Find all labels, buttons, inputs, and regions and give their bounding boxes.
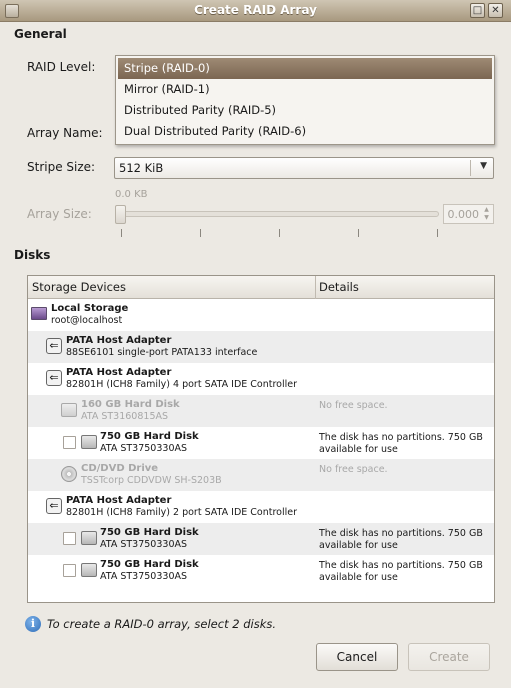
column-separator xyxy=(315,276,316,299)
device-details: The disk has no partitions. 750 GB avail… xyxy=(319,432,483,455)
device-subtitle: root@localhost xyxy=(51,315,123,326)
device-title: 750 GB Hard Disk xyxy=(100,431,199,442)
device-subtitle: 82801H (ICH8 Family) 2 port SATA IDE Con… xyxy=(66,507,298,518)
host-adapter-icon: ⇐ xyxy=(46,370,62,386)
device-subtitle: ATA ST3750330AS xyxy=(100,443,188,454)
table-row[interactable]: ⇐ PATA Host Adapter 82801H (ICH8 Family)… xyxy=(28,491,494,523)
close-icon[interactable]: ✕ xyxy=(488,3,503,18)
spin-down-icon[interactable]: ▼ xyxy=(482,214,491,222)
device-details: No free space. xyxy=(319,464,388,475)
device-subtitle: ATA ST3750330AS xyxy=(100,571,188,582)
column-header-storage-devices[interactable]: Storage Devices xyxy=(32,280,126,294)
device-details: The disk has no partitions. 750 GB avail… xyxy=(319,560,483,583)
hard-disk-icon xyxy=(61,403,77,417)
combo-separator xyxy=(470,160,471,176)
table-row[interactable]: 750 GB Hard Disk ATA ST3750330AS The dis… xyxy=(28,555,494,587)
slider-tick xyxy=(200,229,201,237)
host-adapter-icon: ⇐ xyxy=(46,338,62,354)
computer-icon xyxy=(31,307,47,320)
title-bar: Create RAID Array □ ✕ xyxy=(0,0,511,22)
table-row[interactable]: 750 GB Hard Disk ATA ST3750330AS The dis… xyxy=(28,523,494,555)
hard-disk-icon xyxy=(81,563,97,577)
raid-level-label: RAID Level: xyxy=(27,60,96,74)
maximize-icon[interactable]: □ xyxy=(470,3,485,18)
slider-min-label: 0.0 KB xyxy=(115,189,148,200)
table-row[interactable]: 750 GB Hard Disk ATA ST3750330AS The dis… xyxy=(28,427,494,459)
device-details: No free space. xyxy=(319,400,388,411)
slider-tick xyxy=(358,229,359,237)
device-subtitle: TSSTcorp CDDVDW SH-S203B xyxy=(81,475,222,486)
general-heading: General xyxy=(14,27,67,41)
device-subtitle: ATA ST3750330AS xyxy=(100,539,188,550)
device-title: 160 GB Hard Disk xyxy=(81,399,180,410)
cd-dvd-icon xyxy=(61,466,77,482)
device-title: 750 GB Hard Disk xyxy=(100,527,199,538)
array-size-value: 0.000 xyxy=(447,208,480,221)
menu-item-raid-6[interactable]: Dual Distributed Parity (RAID-6) xyxy=(116,121,494,142)
info-icon: i xyxy=(25,616,41,632)
device-title: CD/DVD Drive xyxy=(81,463,159,474)
spin-up-icon[interactable]: ▲ xyxy=(482,206,491,214)
device-details: The disk has no partitions. 750 GB avail… xyxy=(319,528,483,551)
device-subtitle: 82801H (ICH8 Family) 4 port SATA IDE Con… xyxy=(66,379,298,390)
menu-item-raid-0[interactable]: Stripe (RAID-0) xyxy=(118,58,492,79)
host-adapter-icon: ⇐ xyxy=(46,498,62,514)
device-subtitle: ATA ST3160815AS xyxy=(81,411,169,422)
table-header: Storage Devices Details xyxy=(28,276,494,299)
table-row: 160 GB Hard Disk ATA ST3160815AS No free… xyxy=(28,395,494,427)
cancel-button[interactable]: Cancel xyxy=(316,643,398,671)
device-title: PATA Host Adapter xyxy=(66,335,172,346)
table-row[interactable]: ⇐ PATA Host Adapter 82801H (ICH8 Family)… xyxy=(28,363,494,395)
raid-level-dropdown[interactable]: Stripe (RAID-0) Mirror (RAID-1) Distribu… xyxy=(115,55,495,145)
device-title: 750 GB Hard Disk xyxy=(100,559,199,570)
stripe-size-label: Stripe Size: xyxy=(27,160,96,174)
array-size-slider-handle[interactable] xyxy=(115,205,126,224)
hard-disk-icon xyxy=(81,435,97,449)
array-size-spinner[interactable]: 0.000 ▲ ▼ xyxy=(443,204,494,224)
slider-tick xyxy=(437,229,438,237)
slider-tick xyxy=(279,229,280,237)
hard-disk-icon xyxy=(81,531,97,545)
table-row: CD/DVD Drive TSSTcorp CDDVDW SH-S203B No… xyxy=(28,459,494,491)
create-button[interactable]: Create xyxy=(408,643,490,671)
array-size-slider-track[interactable] xyxy=(122,211,439,217)
table-row[interactable]: ⇐ PATA Host Adapter 88SE6101 single-port… xyxy=(28,331,494,363)
menu-item-raid-5[interactable]: Distributed Parity (RAID-5) xyxy=(116,100,494,121)
slider-tick xyxy=(121,229,122,237)
storage-devices-table[interactable]: Storage Devices Details Local Storage ro… xyxy=(27,275,495,603)
menu-item-raid-1[interactable]: Mirror (RAID-1) xyxy=(116,79,494,100)
chevron-down-icon: ▼ xyxy=(480,161,487,171)
device-subtitle: 88SE6101 single-port PATA133 interface xyxy=(66,347,258,358)
device-title: PATA Host Adapter xyxy=(66,495,172,506)
disk-checkbox[interactable] xyxy=(63,436,76,449)
array-size-label: Array Size: xyxy=(27,207,92,221)
stripe-size-combo[interactable]: 512 KiB ▼ xyxy=(114,157,494,179)
device-title: Local Storage xyxy=(51,303,129,314)
window-title: Create RAID Array xyxy=(194,3,317,17)
array-name-label: Array Name: xyxy=(27,126,103,140)
device-title: PATA Host Adapter xyxy=(66,367,172,378)
create-raid-dialog: Create RAID Array □ ✕ General RAID Level… xyxy=(0,0,511,688)
stripe-size-value: 512 KiB xyxy=(119,161,164,175)
table-row[interactable]: Local Storage root@localhost xyxy=(28,299,494,331)
disk-checkbox[interactable] xyxy=(63,564,76,577)
info-message: To create a RAID-0 array, select 2 disks… xyxy=(47,617,277,631)
disks-heading: Disks xyxy=(14,248,51,262)
disk-checkbox[interactable] xyxy=(63,532,76,545)
column-header-details[interactable]: Details xyxy=(319,280,359,294)
